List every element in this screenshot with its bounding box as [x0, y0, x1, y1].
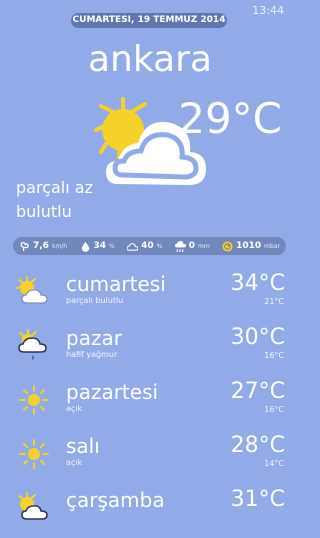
- humidity-icon: [81, 241, 89, 252]
- forecast-low-temp: 21°C: [264, 297, 284, 306]
- cloud-metric: 40%: [127, 241, 162, 252]
- forecast-day[interactable]: salı açık 28°C 14°C: [0, 430, 300, 484]
- forecast-low-temp: 16°C: [264, 405, 284, 414]
- forecast-high-temp: 28°C: [230, 433, 285, 458]
- forecast-high-temp: 30°C: [230, 325, 285, 350]
- forecast-day[interactable]: cumartesi parçalı bulutlu 34°C 21°C: [0, 268, 300, 322]
- forecast-low-temp: 14°C: [264, 459, 284, 468]
- current-temperature: 29°C: [178, 94, 282, 143]
- status-time: 13:44: [252, 4, 284, 17]
- forecast-low-temp: 16°C: [264, 351, 284, 360]
- forecast-day-desc: açık: [66, 404, 83, 413]
- forecast-day[interactable]: pazartesi açık 27°C 16°C: [0, 376, 300, 430]
- forecast-day-desc: parçalı bulutlu: [66, 296, 124, 305]
- precipitation-metric: 0 mm: [174, 240, 210, 252]
- forecast-high-temp: 34°C: [230, 271, 285, 296]
- forecast-day-desc: açık: [66, 458, 83, 467]
- cloud-icon: [127, 242, 139, 251]
- wind-value: 7,6: [33, 241, 49, 251]
- wind-unit: km/h: [51, 242, 68, 250]
- sun-icon: [19, 439, 49, 469]
- humidity-metric: 34%: [80, 241, 115, 252]
- pressure-icon: [222, 240, 233, 252]
- forecast-day-name: salı: [66, 434, 100, 458]
- light-rain-icon: [18, 329, 47, 360]
- rain-icon: [174, 240, 186, 252]
- humidity-value: 34: [93, 241, 107, 251]
- forecast-day[interactable]: pazar hafif yağmur 30°C 16°C: [0, 322, 300, 376]
- forecast-day[interactable]: çarşamba 31°C: [0, 484, 300, 538]
- pressure-metric: 1010 mbar: [222, 240, 280, 252]
- precipitation-unit: mm: [198, 242, 210, 250]
- humidity-unit: %: [109, 242, 115, 250]
- forecast-day-name: cumartesi: [66, 272, 166, 296]
- date-label: CUMARTESI, 19 TEMMUZ 2014: [71, 13, 227, 28]
- forecast-high-temp: 27°C: [230, 379, 285, 404]
- precipitation-value: 0: [188, 241, 196, 251]
- pressure-value: 1010: [236, 241, 262, 251]
- wind-icon: [20, 241, 29, 251]
- city-name[interactable]: ankara: [0, 38, 300, 82]
- forecast-list: cumartesi parçalı bulutlu 34°C 21°C paza…: [0, 268, 300, 538]
- cloud-unit: %: [156, 242, 163, 250]
- pressure-unit: mbar: [264, 242, 280, 250]
- partly-cloudy-icon: [18, 492, 48, 520]
- forecast-day-desc: hafif yağmur: [66, 350, 118, 359]
- forecast-day-name: pazar: [66, 326, 122, 350]
- forecast-high-temp: 31°C: [230, 487, 285, 512]
- sun-icon: [19, 385, 49, 415]
- wind-metric: 7,6 km/h: [19, 241, 67, 252]
- forecast-day-name: çarşamba: [66, 488, 165, 512]
- partly-cloudy-icon: [16, 276, 48, 304]
- weather-metrics-bar: 7,6 km/h 34% 40% 0 mm 1010 mbar: [13, 237, 286, 255]
- cloud-value: 40: [141, 241, 154, 251]
- forecast-day-name: pazartesi: [66, 380, 159, 404]
- current-condition: parçalı az bulutlu: [16, 178, 93, 221]
